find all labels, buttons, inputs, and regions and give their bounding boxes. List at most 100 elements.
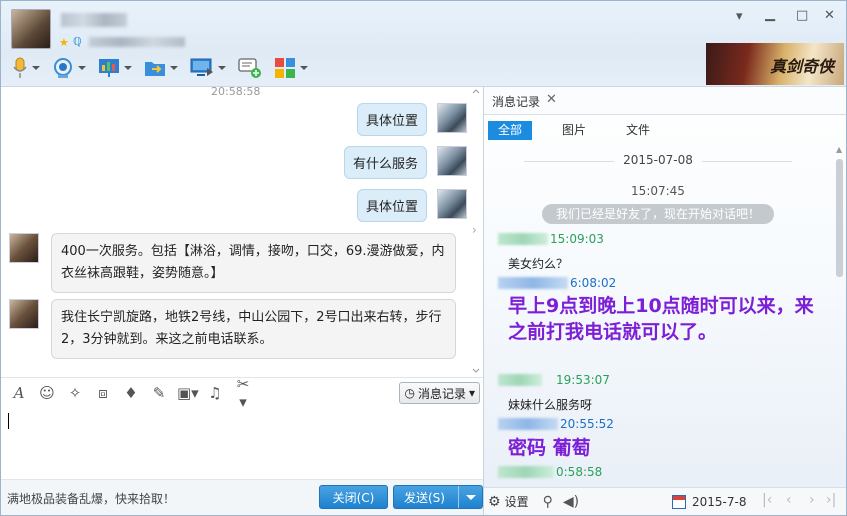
monitor-icon <box>190 58 213 76</box>
history-time: 0:58:58 <box>556 465 603 479</box>
system-notice: 我们已经是好友了，现在开始对话吧！ <box>542 204 774 224</box>
send-options-dropdown[interactable] <box>458 486 482 508</box>
bottom-bar: 满地极品装备乱爆，快来拾取！ 关闭(C) 发送(S) <box>1 479 483 515</box>
gear-icon[interactable]: ⚙ <box>488 494 501 510</box>
incoming-message: 我住长宁凯旋路，地铁2号线，中山公园下，2号口出来右转，步行2，3分钟就到。来这… <box>9 299 456 359</box>
first-page-icon[interactable]: |‹ <box>762 492 772 508</box>
contact-avatar[interactable] <box>11 9 51 49</box>
outgoing-message: 具体位置 <box>356 189 467 222</box>
microphone-icon <box>13 57 27 78</box>
history-time: 15:07:45 <box>631 184 685 198</box>
close-button[interactable]: 关闭(C) <box>319 485 388 509</box>
message-input[interactable] <box>1 407 483 479</box>
message-history-label: 消息记录 <box>417 386 466 401</box>
chat-window: ★ ℚ ▾ ▁ □ ✕ 真剑奇侠 20:58:58 具体位置 有什么服务 具体位… <box>0 0 847 516</box>
history-sender: 0:58:58 <box>498 465 602 479</box>
minimize-button[interactable]: ▁ <box>765 7 775 22</box>
restore-button[interactable]: □ <box>796 8 808 23</box>
contact-avatar-small[interactable] <box>9 299 39 329</box>
outgoing-message: 具体位置 <box>356 103 467 136</box>
history-message[interactable]: 美女约么？ <box>508 255 568 272</box>
send-button[interactable]: 发送(S) <box>393 485 483 509</box>
send-file-button[interactable] <box>141 55 181 81</box>
history-message[interactable]: 妹妹什么服务呀 <box>508 396 592 413</box>
history-scrollbar[interactable]: ▲ <box>835 115 845 485</box>
scroll-up-icon[interactable]: ▲ <box>836 145 842 154</box>
history-message[interactable]: 密码 葡萄 <box>508 435 818 461</box>
history-sender: 20:55:52 <box>498 417 614 431</box>
collapse-panel-icon[interactable]: › <box>472 223 477 237</box>
magic-wand-icon[interactable]: ✧ <box>65 384 85 402</box>
speaker-icon[interactable]: ◀) <box>563 494 579 510</box>
star-icon: ★ <box>59 36 69 49</box>
my-avatar[interactable] <box>437 146 467 176</box>
filter-all[interactable]: 全部 <box>488 121 533 140</box>
clock-icon: ◷ <box>404 386 415 400</box>
scrollbar-thumb[interactable] <box>836 159 843 277</box>
filter-files[interactable]: 文件 <box>616 121 660 140</box>
message-bubble[interactable]: 具体位置 <box>356 189 427 222</box>
history-time: 20:55:52 <box>560 417 614 431</box>
message-timestamp: 20:58:58 <box>211 87 261 98</box>
emoji-icon[interactable]: ☺ <box>37 384 57 402</box>
contact-name-blurred <box>61 13 127 27</box>
message-bubble[interactable]: 400一次服务。包括【淋浴，调情，接吻，口交，69.漫游做爱，内衣丝袜高跟鞋，姿… <box>51 233 456 293</box>
history-tabbar: 消息记录 ✕ <box>484 87 846 115</box>
screen-share-button[interactable] <box>187 55 229 81</box>
next-page-icon[interactable]: › <box>809 492 815 508</box>
window-header: ★ ℚ ▾ ▁ □ ✕ 真剑奇侠 <box>1 1 846 87</box>
message-history-button[interactable]: ◷ 消息记录 ▾ <box>399 382 480 404</box>
my-avatar[interactable] <box>437 189 467 219</box>
dropdown-icon[interactable]: ▾ <box>736 9 743 24</box>
close-tab-icon[interactable]: ✕ <box>546 92 557 107</box>
screenshot-scissors-icon[interactable]: ✂▾ <box>233 375 253 411</box>
date-picker[interactable]: 2015-7-8 <box>692 495 746 509</box>
history-panel: 消息记录 ✕ 全部 图片 文件 2015-07-08 15:07:45 我们已经… <box>484 87 846 515</box>
game-banner[interactable]: 真剑奇侠 <box>706 43 844 85</box>
outgoing-message: 有什么服务 <box>343 146 467 179</box>
apps-grid-icon <box>275 58 295 78</box>
image-icon[interactable]: ▣▾ <box>177 384 199 402</box>
create-discussion-button[interactable] <box>235 55 265 81</box>
last-page-icon[interactable]: ›| <box>826 492 836 508</box>
shake-window-icon[interactable]: ⧈ <box>93 384 113 402</box>
search-icon[interactable]: ⚲ <box>543 494 553 510</box>
filter-images[interactable]: 图片 <box>552 121 596 140</box>
history-time: 6:08:02 <box>570 276 617 290</box>
sender-name-blurred <box>498 233 548 245</box>
input-toolbar: A ☺ ✧ ⧈ ♦ ✎ ▣▾ ♫ ✂▾ ◷ 消息记录 ▾ <box>1 375 483 411</box>
edit-icon[interactable]: ✎ <box>149 384 169 402</box>
message-bubble[interactable]: 具体位置 <box>356 103 427 136</box>
webcam-icon <box>54 58 72 78</box>
apps-button[interactable] <box>271 55 311 81</box>
incoming-message: 400一次服务。包括【淋浴，调情，接吻，口交，69.漫游做爱，内衣丝袜高跟鞋，姿… <box>9 233 456 293</box>
sender-name-blurred <box>498 418 558 430</box>
banner-title: 真剑奇侠 <box>769 57 834 76</box>
remote-assist-button[interactable] <box>95 55 135 81</box>
calendar-icon[interactable] <box>672 495 686 509</box>
voice-call-button[interactable] <box>9 55 43 81</box>
music-icon[interactable]: ♫ <box>205 384 225 402</box>
history-sender: 15:09:03 <box>498 232 604 246</box>
close-window-button[interactable]: ✕ <box>824 8 835 23</box>
ad-link[interactable]: 满地极品装备乱爆，快来拾取！ <box>7 490 175 507</box>
video-call-button[interactable] <box>49 55 89 81</box>
history-message[interactable]: 早上9点到晚上10点随时可以来，来之前打我电话就可以了。 <box>508 293 818 345</box>
message-bubble[interactable]: 有什么服务 <box>343 146 427 179</box>
contact-avatar-small[interactable] <box>9 233 39 263</box>
font-icon[interactable]: A <box>9 384 29 402</box>
history-time: 15:09:03 <box>550 232 604 246</box>
settings-label[interactable]: 设置 <box>505 493 529 510</box>
presentation-icon <box>99 59 119 77</box>
sender-name-blurred <box>498 466 554 478</box>
text-cursor <box>8 413 9 429</box>
chevron-down-icon: ▾ <box>468 386 475 400</box>
previous-page-icon[interactable]: ‹ <box>786 492 792 508</box>
message-bubble[interactable]: 我住长宁凯旋路，地铁2号线，中山公园下，2号口出来右转，步行2，3分钟就到。来这… <box>51 299 456 359</box>
voice-message-icon[interactable]: ♦ <box>121 384 141 402</box>
history-filters: 全部 图片 文件 <box>488 121 660 140</box>
history-time: 19:53:07 <box>556 373 610 387</box>
folder-icon <box>145 62 165 76</box>
my-avatar[interactable] <box>437 103 467 133</box>
tab-message-history[interactable]: 消息记录 <box>492 93 540 110</box>
